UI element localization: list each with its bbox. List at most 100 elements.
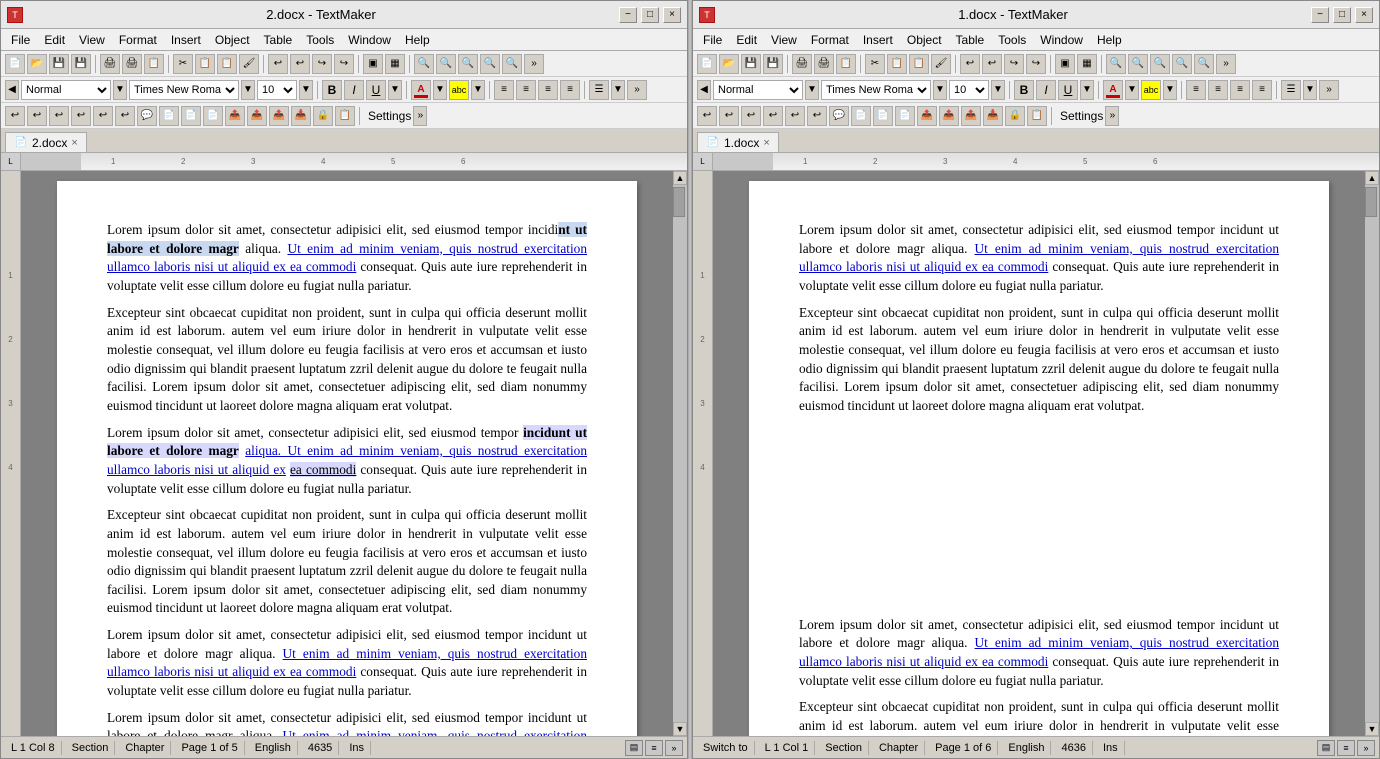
bold-btn-2docx[interactable]: B bbox=[322, 80, 342, 100]
align-center-1docx[interactable]: ≡ bbox=[1208, 80, 1228, 100]
settings-btn6-2docx[interactable]: ↩ bbox=[115, 106, 135, 126]
search-btn-2docx[interactable]: 🔍 bbox=[414, 54, 434, 74]
more-btn-1docx[interactable]: » bbox=[1216, 54, 1236, 74]
bold-btn-1docx[interactable]: B bbox=[1014, 80, 1034, 100]
settings-btn2-1docx[interactable]: ↩ bbox=[719, 106, 739, 126]
settings-btn1-2docx[interactable]: ↩ bbox=[5, 106, 25, 126]
settings-btn13-1docx[interactable]: 📤 bbox=[961, 106, 981, 126]
search2-btn-1docx[interactable]: 🔍 bbox=[1128, 54, 1148, 74]
document-scroll-1docx[interactable]: Lorem ipsum dolor sit amet, consectetur … bbox=[713, 171, 1365, 736]
menu-edit-1docx[interactable]: Edit bbox=[730, 31, 763, 49]
underline-btn-1docx[interactable]: U bbox=[1058, 80, 1078, 100]
highlight-btn-1docx[interactable]: abc bbox=[1141, 80, 1161, 100]
settings-btn7-2docx[interactable]: 💬 bbox=[137, 106, 157, 126]
font-arrow-1docx[interactable]: ▼ bbox=[933, 80, 947, 100]
search2-btn-2docx[interactable]: 🔍 bbox=[436, 54, 456, 74]
list-btn-1docx[interactable]: ☰ bbox=[1281, 80, 1301, 100]
settings-btn13-2docx[interactable]: 📤 bbox=[269, 106, 289, 126]
settings-btn7-1docx[interactable]: 💬 bbox=[829, 106, 849, 126]
style-select-2docx[interactable]: Normal bbox=[21, 80, 111, 100]
more-format-1docx[interactable]: » bbox=[1319, 80, 1339, 100]
settings-btn8-2docx[interactable]: 📄 bbox=[159, 106, 179, 126]
scroll-track-2docx[interactable] bbox=[673, 185, 687, 722]
size-arrow-2docx[interactable]: ▼ bbox=[299, 80, 313, 100]
settings-btn16-1docx[interactable]: 📋 bbox=[1027, 106, 1047, 126]
settings-btn9-2docx[interactable]: 📄 bbox=[181, 106, 201, 126]
format-paint-2docx[interactable]: 🖌 bbox=[239, 54, 259, 74]
settings-btn11-2docx[interactable]: 📤 bbox=[225, 106, 245, 126]
highlight-arrow-2docx[interactable]: ▼ bbox=[471, 80, 485, 100]
search3-btn-1docx[interactable]: 🔍 bbox=[1150, 54, 1170, 74]
menu-format-2docx[interactable]: Format bbox=[113, 31, 163, 49]
scroll-down-1docx[interactable]: ▼ bbox=[1365, 722, 1379, 736]
menu-edit-2docx[interactable]: Edit bbox=[38, 31, 71, 49]
scroll-thumb-2docx[interactable] bbox=[673, 187, 685, 217]
print3-btn-2docx[interactable]: 📋 bbox=[144, 54, 164, 74]
style-select-1docx[interactable]: Normal bbox=[713, 80, 803, 100]
settings-btn14-2docx[interactable]: 📥 bbox=[291, 106, 311, 126]
undo-btn-1docx[interactable]: ↩ bbox=[960, 54, 980, 74]
print2-btn-2docx[interactable]: 🖨 bbox=[122, 54, 142, 74]
align-justify-1docx[interactable]: ≡ bbox=[1252, 80, 1272, 100]
more-format-2docx[interactable]: » bbox=[627, 80, 647, 100]
color-btn-1docx[interactable]: A bbox=[1103, 80, 1123, 100]
undo-btn-2docx[interactable]: ↩ bbox=[268, 54, 288, 74]
doc-text-1docx[interactable]: Lorem ipsum dolor sit amet, consectetur … bbox=[799, 221, 1279, 736]
list-arrow-2docx[interactable]: ▼ bbox=[611, 80, 625, 100]
view2-btn-1docx[interactable]: ▦ bbox=[1077, 54, 1097, 74]
open-btn-2docx[interactable]: 📂 bbox=[27, 54, 47, 74]
underline-btn-2docx[interactable]: U bbox=[366, 80, 386, 100]
align-right-2docx[interactable]: ≡ bbox=[538, 80, 558, 100]
close-button-2docx[interactable]: × bbox=[663, 7, 681, 23]
view1-btn-2docx[interactable]: ▣ bbox=[363, 54, 383, 74]
menu-insert-1docx[interactable]: Insert bbox=[857, 31, 899, 49]
print3-btn-1docx[interactable]: 📋 bbox=[836, 54, 856, 74]
settings-btn10-1docx[interactable]: 📄 bbox=[895, 106, 915, 126]
scroll-up-1docx[interactable]: ▲ bbox=[1365, 171, 1379, 185]
menu-file-1docx[interactable]: File bbox=[697, 31, 728, 49]
search-btn-1docx[interactable]: 🔍 bbox=[1106, 54, 1126, 74]
redo2-btn-2docx[interactable]: ↪ bbox=[334, 54, 354, 74]
search3-btn-2docx[interactable]: 🔍 bbox=[458, 54, 478, 74]
underline-arrow-2docx[interactable]: ▼ bbox=[388, 80, 402, 100]
print-btn-1docx[interactable]: 🖨 bbox=[792, 54, 812, 74]
color-arrow-1docx[interactable]: ▼ bbox=[1125, 80, 1139, 100]
settings-btn3-1docx[interactable]: ↩ bbox=[741, 106, 761, 126]
document-scroll-2docx[interactable]: Lorem ipsum dolor sit amet, consectetur … bbox=[21, 171, 673, 736]
menu-tools-2docx[interactable]: Tools bbox=[300, 31, 340, 49]
settings-btn4-2docx[interactable]: ↩ bbox=[71, 106, 91, 126]
menu-tools-1docx[interactable]: Tools bbox=[992, 31, 1032, 49]
view1-btn-1docx[interactable]: ▣ bbox=[1055, 54, 1075, 74]
style-arrow-1docx[interactable]: ◀ bbox=[697, 80, 711, 100]
search5-btn-1docx[interactable]: 🔍 bbox=[1194, 54, 1214, 74]
scroll-track-1docx[interactable] bbox=[1365, 185, 1379, 722]
color-arrow-2docx[interactable]: ▼ bbox=[433, 80, 447, 100]
redo2-btn-1docx[interactable]: ↪ bbox=[1026, 54, 1046, 74]
save-btn-2docx[interactable]: 💾 bbox=[49, 54, 69, 74]
tab-1docx[interactable]: 📄 1.docx × bbox=[697, 132, 779, 152]
menu-table-1docx[interactable]: Table bbox=[950, 31, 991, 49]
vertical-scrollbar-1docx[interactable]: ▲ ▼ bbox=[1365, 171, 1379, 736]
underline-arrow-1docx[interactable]: ▼ bbox=[1080, 80, 1094, 100]
align-left-2docx[interactable]: ≡ bbox=[494, 80, 514, 100]
undo2-btn-2docx[interactable]: ↩ bbox=[290, 54, 310, 74]
font-select-2docx[interactable]: Times New Roma bbox=[129, 80, 239, 100]
save2-btn-1docx[interactable]: 💾 bbox=[763, 54, 783, 74]
menu-help-2docx[interactable]: Help bbox=[399, 31, 436, 49]
maximize-button-2docx[interactable]: □ bbox=[641, 7, 659, 23]
settings-expand-2docx[interactable]: » bbox=[413, 106, 427, 126]
menu-object-1docx[interactable]: Object bbox=[901, 31, 948, 49]
menu-insert-2docx[interactable]: Insert bbox=[165, 31, 207, 49]
menu-view-1docx[interactable]: View bbox=[765, 31, 803, 49]
view-normal-1docx[interactable]: ▤ bbox=[1317, 740, 1335, 756]
more-btn-2docx[interactable]: » bbox=[524, 54, 544, 74]
highlight-arrow-1docx[interactable]: ▼ bbox=[1163, 80, 1177, 100]
list-btn-2docx[interactable]: ☰ bbox=[589, 80, 609, 100]
minimize-button-1docx[interactable]: − bbox=[1311, 7, 1329, 23]
open-btn-1docx[interactable]: 📂 bbox=[719, 54, 739, 74]
redo-btn-1docx[interactable]: ↪ bbox=[1004, 54, 1024, 74]
font-arrow-2docx[interactable]: ▼ bbox=[241, 80, 255, 100]
settings-btn8-1docx[interactable]: 📄 bbox=[851, 106, 871, 126]
doc-text-2docx[interactable]: Lorem ipsum dolor sit amet, consectetur … bbox=[107, 221, 587, 736]
tab-close-1docx[interactable]: × bbox=[763, 137, 769, 149]
